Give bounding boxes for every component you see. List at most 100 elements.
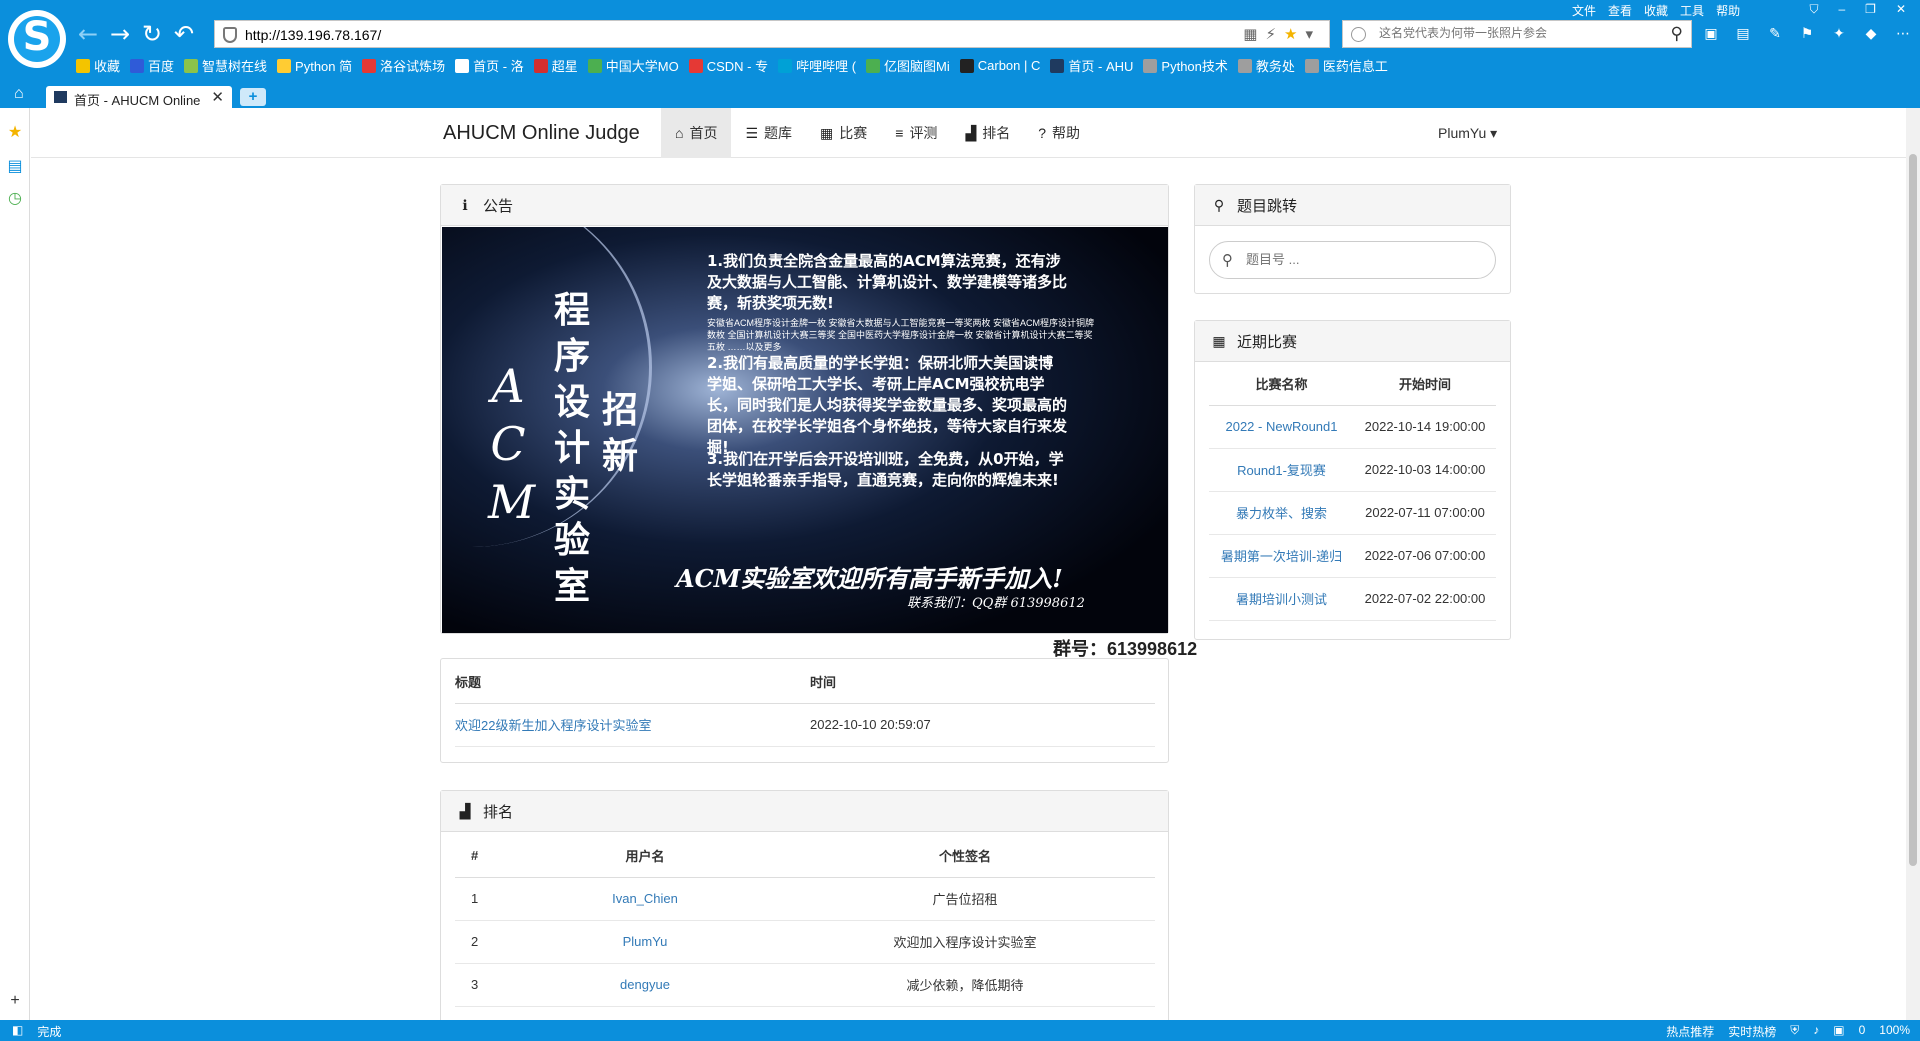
announcement-title: 公告	[483, 197, 514, 215]
problem-id-input[interactable]	[1246, 252, 1476, 267]
recent-contest-link[interactable]: Round1-复现赛	[1237, 463, 1326, 478]
screenshot-icon[interactable]: ▣	[1833, 1023, 1844, 1040]
bookmark-item[interactable]: 超星	[533, 56, 578, 75]
search-icon[interactable]: ⚲	[1671, 24, 1683, 44]
menu-tools[interactable]: 工具	[1680, 2, 1704, 19]
ranking-user-link[interactable]: Ivan_Chien	[612, 891, 678, 906]
favorite-star-icon[interactable]: ★	[1284, 26, 1305, 43]
ranking-user-link[interactable]: dengyue	[620, 977, 670, 992]
nav-item[interactable]: ⌂ 首页	[661, 108, 732, 158]
menu-help[interactable]: 帮助	[1716, 2, 1740, 19]
ranking-user-link[interactable]: PlumYu	[623, 934, 668, 949]
home-icon[interactable]: ⌂	[14, 85, 24, 103]
site-brand[interactable]: AHUCM Online Judge	[443, 122, 640, 145]
add-sidebar-icon[interactable]: +	[6, 992, 24, 1010]
ranking-rank-cell: 1	[455, 877, 515, 921]
bookmark-item[interactable]: 智慧树在线	[184, 56, 267, 75]
hot-recommend-link[interactable]: 热点推荐	[1666, 1023, 1714, 1040]
bookmark-item[interactable]: 哔哩哔哩 (	[778, 56, 856, 75]
skin-icon[interactable]: ⛉	[1809, 2, 1818, 17]
new-tab-button[interactable]: +	[240, 88, 266, 106]
ranking-row: 2 PlumYu 欢迎加入程序设计实验室	[455, 920, 1155, 964]
tab-active[interactable]: 首页 - AHUCM Online ✕	[46, 86, 232, 108]
minimize-button[interactable]: –	[1838, 2, 1845, 17]
bookmark-item[interactable]: Carbon | C	[959, 56, 1040, 75]
problem-jump-field[interactable]: ⚲	[1209, 241, 1496, 279]
bookmark-item[interactable]: 首页 - AHU	[1050, 56, 1133, 75]
nav-item[interactable]: ☰ 题库	[731, 108, 806, 158]
volume-icon[interactable]: ♪	[1813, 1023, 1819, 1040]
menu-file[interactable]: 文件	[1572, 2, 1596, 19]
nav-item[interactable]: ≡ 评测	[881, 108, 951, 158]
bookmark-item[interactable]: 百度	[130, 56, 174, 75]
news-title-link[interactable]: 欢迎22级新生加入程序设计实验室	[455, 718, 651, 733]
bookmark-favicon-icon	[1304, 58, 1319, 73]
extension-icon-6[interactable]: ◆	[1860, 22, 1882, 44]
security-shield-icon[interactable]	[223, 27, 237, 43]
announcement-poster: ACM 程序设计实验室 招新 1.我们负责全院含金量最高的ACM算法竞赛，还有涉…	[442, 227, 1168, 633]
forward-button[interactable]: →	[106, 20, 134, 48]
page-scrollbar[interactable]	[1906, 108, 1920, 1020]
bookmark-item[interactable]: 亿图脑图Mi	[866, 56, 950, 75]
realtime-hot-link[interactable]: 实时热榜	[1728, 1023, 1776, 1040]
close-window-button[interactable]: ✕	[1896, 2, 1906, 17]
search-box[interactable]: ⚲	[1342, 20, 1692, 48]
extension-icon-1[interactable]: ▣	[1700, 22, 1722, 44]
bookmark-label: 教务处	[1255, 59, 1295, 74]
news-title-cell: 欢迎22级新生加入程序设计实验室	[455, 703, 810, 747]
search-input[interactable]	[1379, 26, 1659, 40]
zoom-level[interactable]: 100%	[1879, 1023, 1910, 1040]
lightning-icon[interactable]: ⚡	[1265, 26, 1284, 43]
recent-col-name: 比赛名称	[1209, 363, 1354, 406]
window-controls: ⛉ – ❐ ✕	[1809, 2, 1906, 17]
qr-code-icon[interactable]: ▦	[1243, 26, 1265, 43]
bookmark-label: Python技术	[1161, 59, 1228, 74]
address-bar[interactable]: http://139.196.78.167/ ▦⚡★▾	[214, 20, 1330, 48]
bookmark-item[interactable]: 首页 - 洛	[455, 56, 524, 75]
dropdown-arrow-icon[interactable]: ▾	[1305, 26, 1321, 43]
undo-close-button[interactable]: ↶	[170, 20, 198, 48]
user-menu[interactable]: PlumYu ▾	[1438, 125, 1497, 142]
bookmark-item[interactable]: Python 简	[277, 56, 352, 75]
restore-button[interactable]: ❐	[1865, 2, 1876, 17]
favorites-star-icon[interactable]: ★	[6, 122, 24, 141]
back-button[interactable]: ←	[74, 20, 102, 48]
recent-contests-panel: ▦ 近期比赛 比赛名称 开始时间 2022 - NewRound1 2022-10…	[1194, 320, 1511, 640]
address-actions: ▦⚡★▾	[1243, 25, 1321, 43]
recent-contest-link[interactable]: 暴力枚举、搜索	[1236, 506, 1327, 521]
bookmark-item[interactable]: 收藏	[76, 56, 120, 75]
menu-view[interactable]: 查看	[1608, 2, 1632, 19]
address-url[interactable]: http://139.196.78.167/	[245, 27, 381, 43]
extension-icon-7[interactable]: ⋯	[1892, 22, 1914, 44]
extension-icon-3[interactable]: ✎	[1764, 22, 1786, 44]
extension-icon-5[interactable]: ✦	[1828, 22, 1850, 44]
extension-icon-4[interactable]: ⚑	[1796, 22, 1818, 44]
browser-logo[interactable]: S	[8, 10, 66, 68]
bookmark-item[interactable]: 洛谷试炼场	[362, 56, 445, 75]
bookmark-item[interactable]: Python技术	[1143, 56, 1228, 75]
scrollbar-thumb[interactable]	[1909, 154, 1917, 866]
bookmark-item[interactable]: CSDN - 专	[688, 56, 769, 75]
bookmark-label: CSDN - 专	[706, 59, 769, 74]
reload-button[interactable]: ↻	[138, 20, 166, 48]
bookmark-item[interactable]: 医药信息工	[1304, 56, 1388, 75]
download-count[interactable]: 0	[1859, 1023, 1866, 1040]
close-tab-icon[interactable]: ✕	[211, 88, 224, 106]
sidebar-toggle-icon[interactable]: ◧	[12, 1023, 23, 1040]
extension-icon-2[interactable]: ▤	[1732, 22, 1754, 44]
reading-list-icon[interactable]: ▤	[6, 156, 24, 175]
bookmark-item[interactable]: 教务处	[1237, 56, 1295, 75]
nav-item[interactable]: ? 帮助	[1024, 108, 1094, 158]
recent-contest-link[interactable]: 暑期第一次培训-递归	[1221, 549, 1342, 564]
search-engine-icon[interactable]	[1351, 27, 1366, 42]
bookmark-item[interactable]: 中国大学MO	[587, 56, 679, 75]
recent-contest-link[interactable]: 2022 - NewRound1	[1225, 419, 1337, 434]
security-icon[interactable]: ⛨	[1790, 1023, 1799, 1040]
nav-item[interactable]: ▦ 比赛	[806, 108, 881, 158]
ranking-user-cell: Ivan_Chien	[515, 877, 775, 921]
bookmark-label: 中国大学MO	[605, 59, 679, 74]
nav-item[interactable]: ▟ 排名	[951, 108, 1024, 158]
history-clock-icon[interactable]: ◷	[6, 188, 24, 207]
recent-contest-link[interactable]: 暑期培训小测试	[1236, 592, 1327, 607]
menu-favorites[interactable]: 收藏	[1644, 2, 1668, 19]
